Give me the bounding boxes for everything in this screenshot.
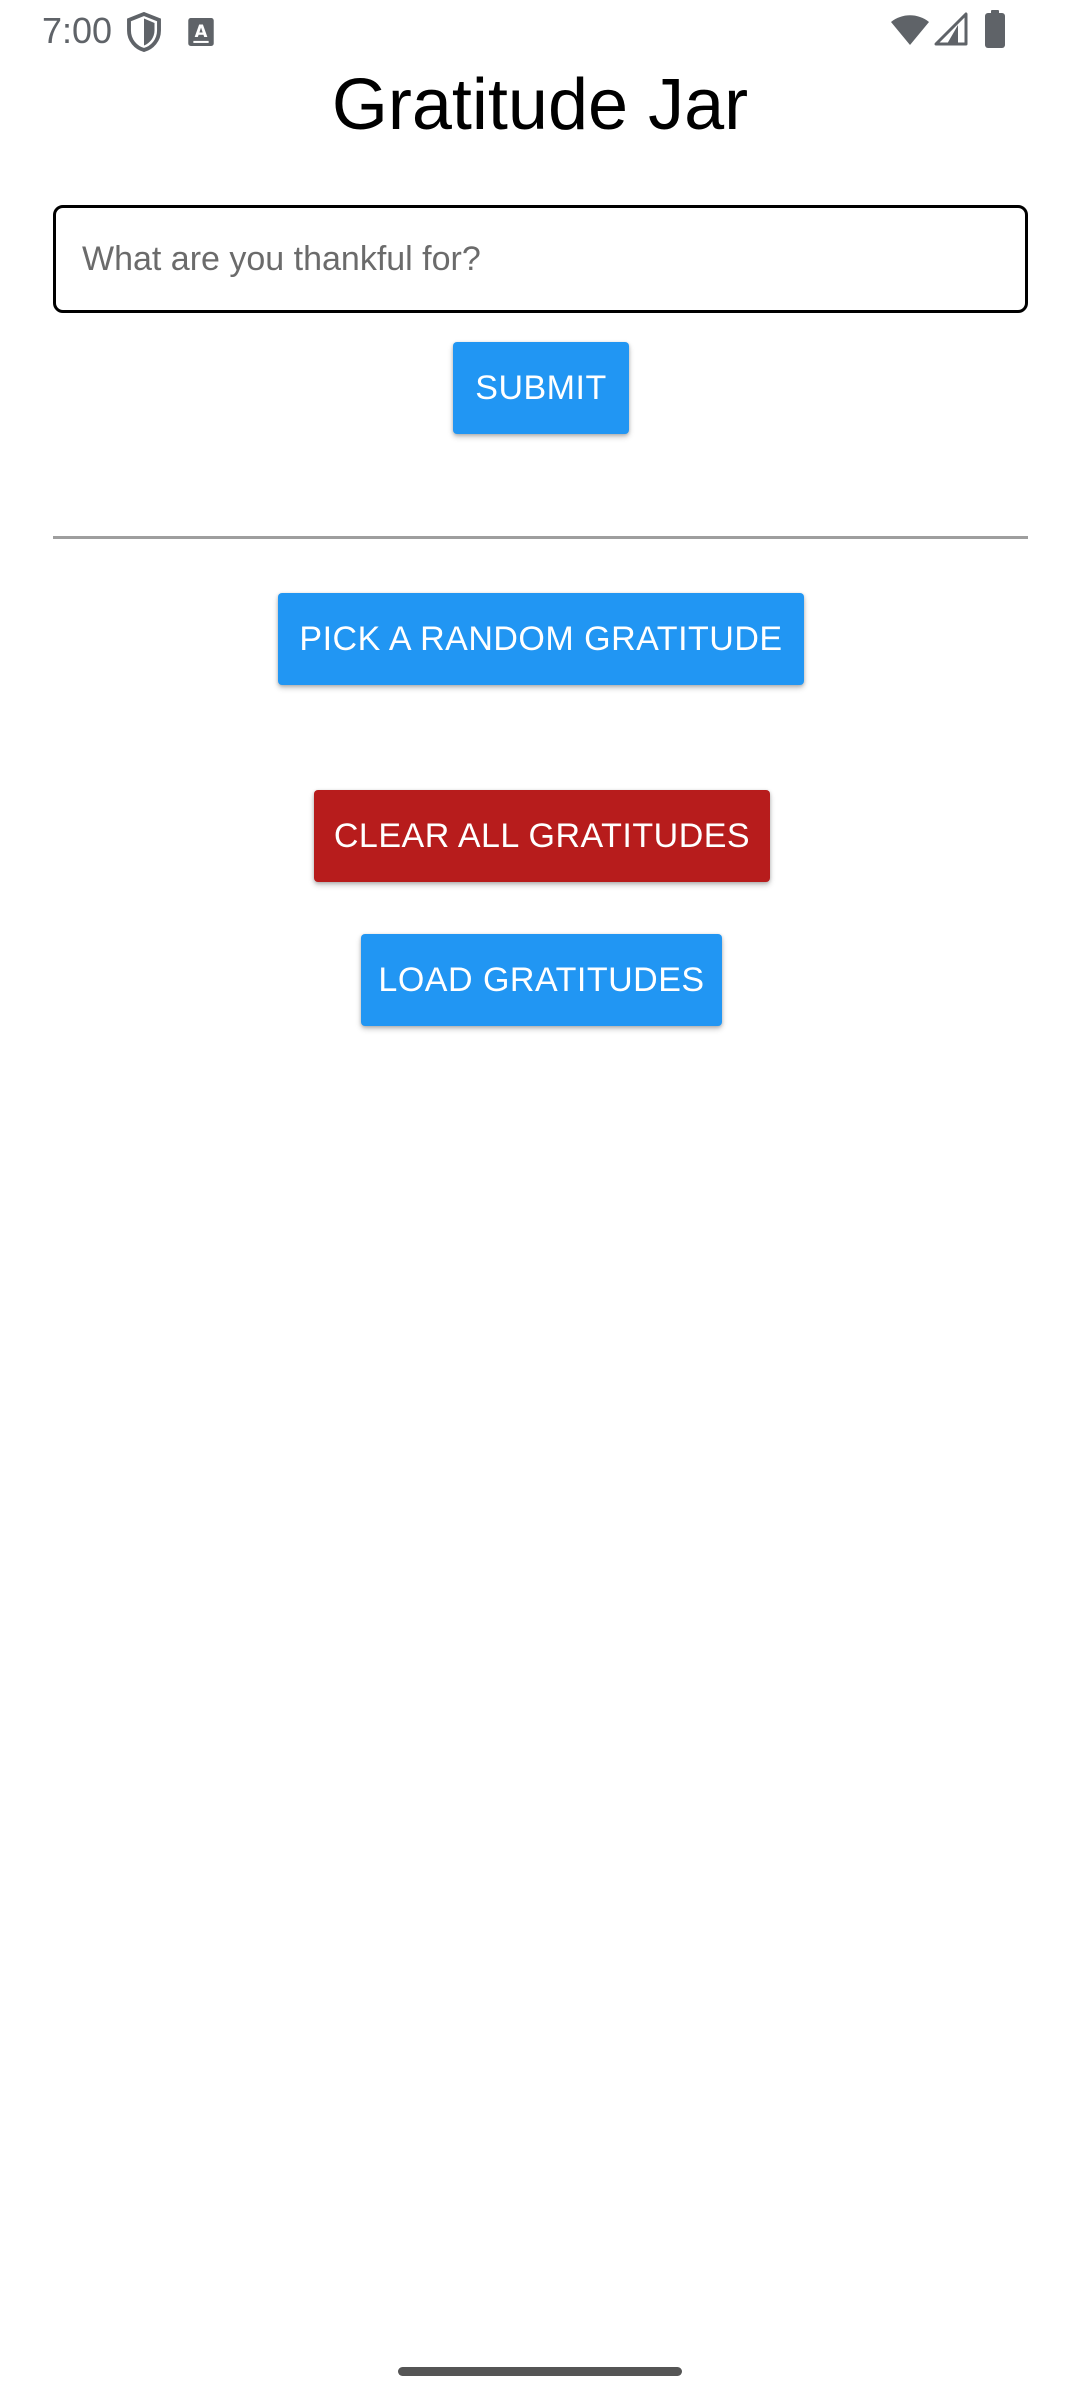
shield-icon: [127, 12, 161, 52]
home-indicator[interactable]: [398, 2367, 682, 2376]
battery-icon: [985, 10, 1005, 48]
gratitude-input[interactable]: [53, 205, 1028, 313]
status-time: 7:00: [42, 10, 113, 51]
keyboard-a-icon: A: [188, 18, 214, 46]
signal-icon: [934, 12, 968, 46]
load-gratitudes-button[interactable]: LOAD GRATITUDES: [361, 934, 722, 1026]
svg-text:A: A: [195, 22, 208, 41]
page-title: Gratitude Jar: [331, 65, 749, 145]
clear-all-gratitudes-button[interactable]: CLEAR ALL GRATITUDES: [314, 790, 770, 882]
divider: [53, 536, 1028, 539]
status-bar: 7:00 A: [0, 0, 1080, 62]
submit-button[interactable]: SUBMIT: [453, 342, 629, 434]
pick-random-gratitude-button[interactable]: PICK A RANDOM GRATITUDE: [278, 593, 804, 685]
wifi-icon: [891, 15, 929, 45]
